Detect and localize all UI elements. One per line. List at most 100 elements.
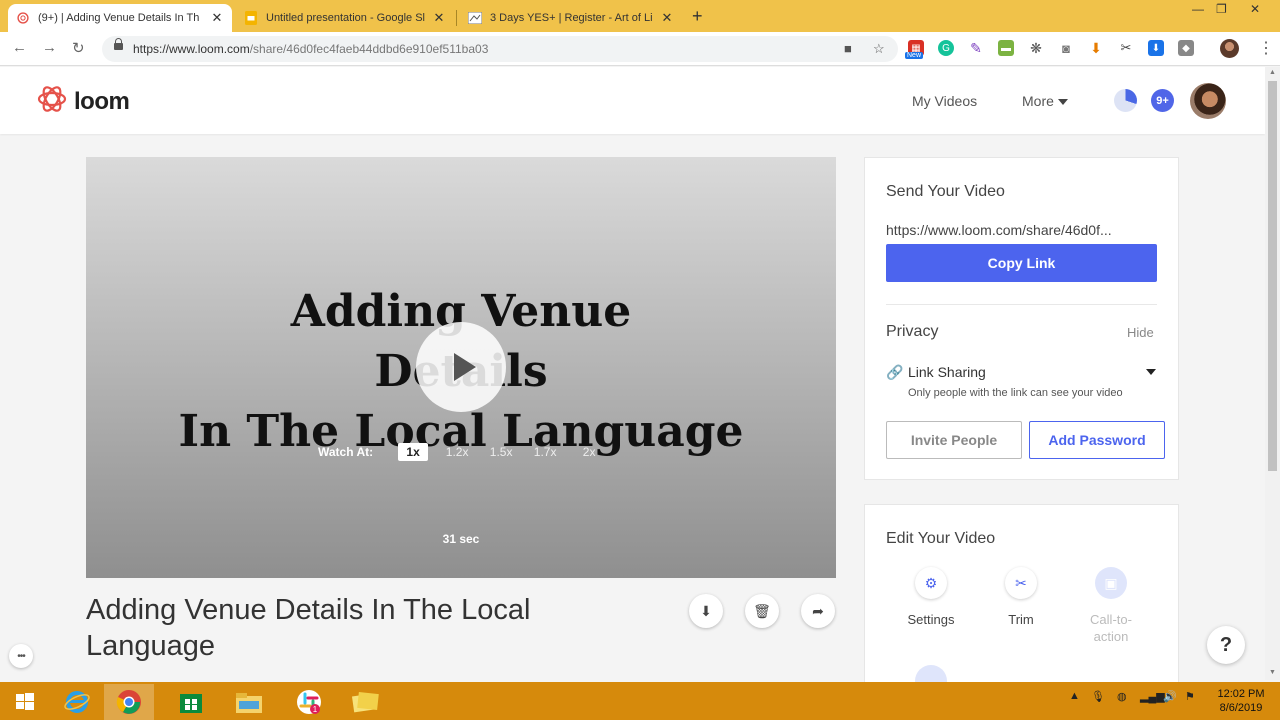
- invite-people-button[interactable]: Invite People: [886, 421, 1022, 459]
- screenshot-extension-icon[interactable]: ◙: [1058, 40, 1074, 56]
- chevron-down-icon: [1057, 99, 1068, 106]
- reload-icon[interactable]: ↻: [72, 39, 85, 57]
- bookmark-star-icon[interactable]: ☆: [873, 41, 885, 57]
- edit-video-panel: Edit Your Video ⚙ Settings ✂ Trim ▣ Call…: [864, 504, 1179, 694]
- trim-label: Trim: [1008, 612, 1034, 627]
- scroll-up-icon[interactable]: ▲: [1269, 69, 1276, 76]
- more-menu[interactable]: More: [1022, 93, 1068, 109]
- file-explorer-icon[interactable]: [224, 684, 274, 720]
- lock-icon: [114, 38, 123, 53]
- tab-google-slides[interactable]: Untitled presentation - Google Sl ✕: [236, 4, 454, 32]
- new-tab-button[interactable]: +: [692, 6, 703, 27]
- copy-link-button[interactable]: Copy Link: [886, 244, 1157, 282]
- scroll-down-icon[interactable]: ▼: [1269, 669, 1276, 676]
- speed-option-1x[interactable]: 1x: [398, 443, 429, 461]
- recording-quota-icon[interactable]: [1114, 89, 1137, 112]
- chevron-down-icon[interactable]: [1146, 369, 1156, 375]
- divider: [886, 304, 1157, 305]
- loom-logo-icon: [36, 83, 68, 120]
- download-extension-icon[interactable]: ⬇: [1088, 40, 1104, 56]
- share-button[interactable]: ➦: [801, 594, 835, 628]
- tab-title: (9+) | Adding Venue Details In Th: [38, 12, 200, 24]
- url-path: /share/46d0fec4faeb44ddbd6e910ef511ba03: [249, 42, 489, 56]
- speed-option-1-2x[interactable]: 1.2x: [435, 445, 479, 459]
- close-window-icon[interactable]: ✕: [1250, 2, 1260, 16]
- network-globe-icon[interactable]: ◍: [1117, 690, 1127, 703]
- playback-speed-selector: Watch At: 1x 1.2x 1.5x 1.7x 2x: [318, 443, 611, 461]
- art-of-living-favicon-icon: [468, 11, 482, 25]
- tab-separator: [456, 10, 457, 26]
- help-button[interactable]: ?: [1207, 626, 1245, 664]
- browser-menu-icon[interactable]: ⋮: [1258, 38, 1274, 58]
- add-password-button[interactable]: Add Password: [1029, 421, 1165, 459]
- speed-option-1-7x[interactable]: 1.7x: [523, 445, 567, 459]
- play-button[interactable]: [416, 322, 506, 412]
- tab-title: 3 Days YES+ | Register - Art of Li: [490, 12, 653, 24]
- link-icon: 🔗: [886, 364, 904, 380]
- tab-loom[interactable]: (9+) | Adding Venue Details In Th ✕: [8, 4, 232, 32]
- loom-logo[interactable]: loom: [36, 83, 130, 120]
- wifi-signal-icon[interactable]: ▂▄▆: [1140, 690, 1165, 703]
- green-extension-icon[interactable]: ▬: [998, 40, 1014, 56]
- internet-explorer-icon[interactable]: [52, 684, 102, 720]
- restore-window-icon[interactable]: ❐: [1216, 2, 1227, 16]
- grey-extension-icon[interactable]: ◆: [1178, 40, 1194, 56]
- delete-button[interactable]: 🗑: [745, 594, 779, 628]
- page-title: Adding Venue Details In The Local Langua…: [86, 594, 531, 662]
- video-duration: 31 sec: [442, 532, 480, 546]
- my-videos-link[interactable]: My Videos: [912, 93, 977, 109]
- grammarly-extension-icon[interactable]: G: [938, 40, 954, 56]
- chrome-taskbar-icon[interactable]: [104, 684, 154, 720]
- address-bar[interactable]: https://www.loom.com/share/46d0fec4faeb4…: [102, 36, 898, 62]
- tools-extension-icon[interactable]: ✂: [1118, 40, 1134, 56]
- save-extension-icon[interactable]: ⬇: [1148, 40, 1164, 56]
- notification-flag-icon[interactable]: ⚑: [1185, 690, 1195, 703]
- minimize-window-icon[interactable]: —: [1192, 2, 1204, 16]
- share-url[interactable]: https://www.loom.com/share/46d0f...: [886, 222, 1156, 238]
- browser-profile-avatar[interactable]: [1220, 39, 1239, 58]
- scrollbar-thumb[interactable]: [1268, 81, 1277, 471]
- pen-extension-icon[interactable]: ✎: [968, 40, 984, 56]
- svg-text:1: 1: [313, 705, 318, 714]
- settings-tool[interactable]: ⚙ Settings: [896, 567, 966, 628]
- close-tab-icon[interactable]: ✕: [210, 10, 224, 26]
- show-hidden-icons-icon[interactable]: ▲: [1069, 690, 1080, 702]
- microphone-icon[interactable]: 🎙: [1091, 690, 1105, 703]
- speed-option-1-5x[interactable]: 1.5x: [479, 445, 523, 459]
- call-to-action-tool[interactable]: ▣ Call-to-action: [1076, 567, 1146, 645]
- notifications-badge[interactable]: 9+: [1151, 89, 1174, 112]
- windows-start-icon[interactable]: [0, 684, 50, 720]
- forward-arrow-icon[interactable]: →: [42, 39, 57, 56]
- taskbar-clock[interactable]: 12:02 PM 8/6/2019: [1212, 687, 1270, 715]
- close-tab-icon[interactable]: ✕: [432, 10, 446, 26]
- new-badge: New: [905, 52, 924, 59]
- call-to-action-icon: ▣: [1095, 567, 1127, 599]
- slack-icon[interactable]: 1: [284, 684, 334, 720]
- more-options-button[interactable]: •••: [9, 644, 33, 668]
- send-video-heading: Send Your Video: [886, 183, 1005, 200]
- tab-art-of-living[interactable]: 3 Days YES+ | Register - Art of Li ✕: [460, 4, 682, 32]
- store-icon[interactable]: [166, 684, 216, 720]
- speed-option-2x[interactable]: 2x: [567, 445, 611, 459]
- edit-video-heading: Edit Your Video: [886, 530, 996, 547]
- loom-favicon-icon: [16, 11, 30, 25]
- loom-extension-icon[interactable]: ❋: [1028, 40, 1044, 56]
- user-avatar[interactable]: [1190, 83, 1226, 119]
- page-scrollbar[interactable]: ▲ ▼: [1265, 67, 1280, 680]
- tab-title: Untitled presentation - Google Sl: [266, 12, 425, 24]
- scissors-icon: ✂: [1005, 567, 1037, 599]
- link-sharing-description: Only people with the link can see your v…: [908, 387, 1123, 399]
- camera-permission-icon[interactable]: ■: [844, 41, 852, 56]
- hide-privacy-link[interactable]: Hide: [1127, 325, 1154, 340]
- back-arrow-icon[interactable]: ←: [12, 39, 27, 56]
- close-tab-icon[interactable]: ✕: [660, 10, 674, 26]
- download-button[interactable]: ⬇: [689, 594, 723, 628]
- url-text[interactable]: https://www.loom.com/share/46d0fec4faeb4…: [133, 42, 488, 56]
- sticky-notes-icon[interactable]: [340, 684, 390, 720]
- video-player[interactable]: Adding Venue Details In The Local Langua…: [86, 157, 836, 578]
- link-sharing-select[interactable]: Link Sharing: [908, 364, 986, 380]
- trim-tool[interactable]: ✂ Trim: [986, 567, 1056, 628]
- volume-icon[interactable]: 🔊: [1163, 690, 1177, 703]
- privacy-heading: Privacy: [886, 323, 939, 340]
- browser-tab-strip: (9+) | Adding Venue Details In Th ✕ Unti…: [0, 0, 1280, 32]
